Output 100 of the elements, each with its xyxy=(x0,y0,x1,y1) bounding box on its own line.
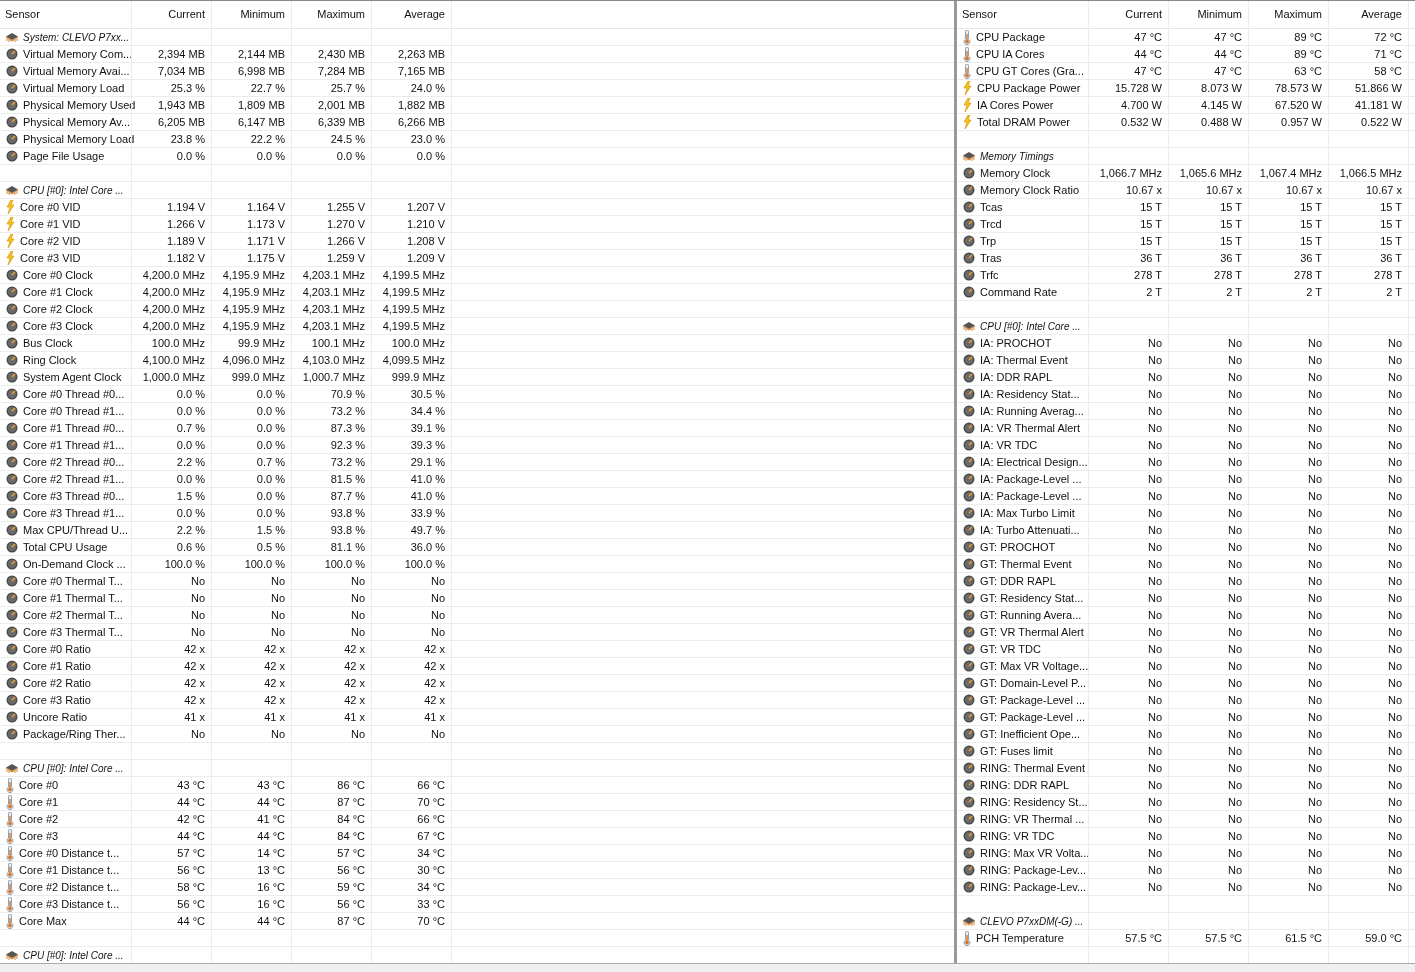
sensor-value: 47 °C xyxy=(1134,30,1162,45)
sensor-value: 4,199.5 MHz xyxy=(382,302,445,317)
group-title: CLEVO P7xxDM(-G) ... xyxy=(980,914,1084,929)
column-header[interactable]: Current xyxy=(1088,1,1168,28)
column-header[interactable]: Average xyxy=(1328,1,1408,28)
sensor-value: 8.073 W xyxy=(1201,81,1242,96)
sensor-value: 56 °C xyxy=(177,897,205,912)
sensor-name: IA: PROCHOT xyxy=(980,336,1052,351)
chip-icon xyxy=(5,762,19,774)
sensor-value: 61.5 °C xyxy=(1285,931,1322,946)
gauge-icon xyxy=(963,541,975,554)
column-header[interactable]: Sensor xyxy=(0,1,131,28)
sensor-value: No xyxy=(1147,812,1162,827)
sensor-value: No xyxy=(1307,472,1322,487)
sensor-value: 2.2 % xyxy=(176,455,205,470)
gauge-icon xyxy=(6,694,18,707)
gauge-icon xyxy=(6,558,18,571)
lightning-bolt-icon xyxy=(963,81,972,96)
column-header[interactable]: Maximum xyxy=(291,1,371,28)
sensor-name: Core #1 VID xyxy=(20,217,81,232)
sensor-value: 2 T xyxy=(1146,285,1162,300)
column-header[interactable]: Minimum xyxy=(211,1,291,28)
sensor-value: 51.866 W xyxy=(1354,81,1402,96)
sensor-value: No xyxy=(1147,387,1162,402)
sensor-value: 0.0 % xyxy=(256,506,285,521)
sensor-value: 57 °C xyxy=(177,846,205,861)
sensor-value: 87 °C xyxy=(337,795,365,810)
gauge-icon xyxy=(963,864,975,877)
sensor-value: 87.7 % xyxy=(330,489,365,504)
gauge-icon xyxy=(963,218,975,231)
sensor-value: 4,100.0 MHz xyxy=(142,353,205,368)
sensor-value: 66 °C xyxy=(417,812,445,827)
sensor-value: No xyxy=(1147,625,1162,640)
gauge-icon xyxy=(6,99,18,112)
sensor-value: No xyxy=(430,574,445,589)
gauge-icon xyxy=(6,269,18,282)
sensor-value: 7,165 MB xyxy=(397,64,445,79)
gauge-icon xyxy=(963,269,975,282)
sensor-value: No xyxy=(1307,846,1322,861)
sensor-value: 44 °C xyxy=(1134,47,1162,62)
sensor-value: No xyxy=(1147,693,1162,708)
gauge-icon xyxy=(963,439,975,452)
sensor-value: 4,199.5 MHz xyxy=(382,268,445,283)
gauge-icon xyxy=(6,507,18,520)
sensor-name: Virtual Memory Com... xyxy=(23,47,133,62)
gauge-icon xyxy=(963,558,975,571)
sensor-value: 0.0 % xyxy=(256,489,285,504)
sensor-name: GT: Package-Level ... xyxy=(980,693,1086,708)
column-header[interactable]: Current xyxy=(131,1,211,28)
sensor-value: 33 °C xyxy=(417,897,445,912)
sensor-value: 4,203.1 MHz xyxy=(302,319,365,334)
sensor-value: 1.194 V xyxy=(167,200,205,215)
gauge-icon xyxy=(963,201,975,214)
sensor-value: 81.5 % xyxy=(330,472,365,487)
sensor-value: No xyxy=(1147,523,1162,538)
sensor-name: Physical Memory Load xyxy=(23,132,135,147)
column-header[interactable]: Sensor xyxy=(957,1,1088,28)
sensor-value: No xyxy=(1147,421,1162,436)
sensor-value: 41 x xyxy=(184,710,205,725)
column-header[interactable]: Minimum xyxy=(1168,1,1248,28)
sensor-value: 42 x xyxy=(264,642,285,657)
sensor-value: 34.4 % xyxy=(410,404,445,419)
sensor-name: Core #0 Ratio xyxy=(23,642,91,657)
sensor-value: 15.728 W xyxy=(1114,81,1162,96)
gauge-icon xyxy=(963,286,975,299)
sensor-value: No xyxy=(1307,506,1322,521)
sensor-name: Virtual Memory Avai... xyxy=(23,64,130,79)
sensor-name: Core #1 Thread #0... xyxy=(23,421,125,436)
column-header[interactable]: Average xyxy=(371,1,451,28)
sensor-value: No xyxy=(1387,625,1402,640)
sensor-value: 10.67 x xyxy=(1205,183,1242,198)
gauge-icon xyxy=(6,388,18,401)
sensor-value: 0.5 % xyxy=(256,540,285,555)
sensor-value: No xyxy=(1307,370,1322,385)
group-title: System: CLEVO P7xx... xyxy=(23,30,130,45)
sensor-value: No xyxy=(1147,710,1162,725)
gauge-icon xyxy=(963,235,975,248)
gauge-icon xyxy=(6,660,18,673)
sensor-value: No xyxy=(1227,387,1242,402)
sensor-value: 58 °C xyxy=(1374,64,1402,79)
sensor-value: 39.3 % xyxy=(410,438,445,453)
gauge-icon xyxy=(963,575,975,588)
sensor-value: No xyxy=(1307,642,1322,657)
sensor-value: 7,034 MB xyxy=(157,64,205,79)
sensor-value: No xyxy=(1147,506,1162,521)
sensor-value: 56 °C xyxy=(177,863,205,878)
gauge-icon xyxy=(963,354,975,367)
sensor-value: No xyxy=(350,608,365,623)
sensor-value: 41.0 % xyxy=(410,472,445,487)
column-header[interactable]: Maximum xyxy=(1248,1,1328,28)
sensor-value: No xyxy=(1227,540,1242,555)
sensor-value: 22.2 % xyxy=(250,132,285,147)
sensor-name: RING: Residency St... xyxy=(980,795,1088,810)
sensor-value: 71 °C xyxy=(1374,47,1402,62)
sensor-value: 81.1 % xyxy=(330,540,365,555)
sensor-value: No xyxy=(1227,642,1242,657)
sensor-value: 25.3 % xyxy=(170,81,205,96)
gauge-icon xyxy=(6,728,18,741)
gauge-icon xyxy=(6,116,18,129)
sensor-name: Total DRAM Power xyxy=(977,115,1070,130)
